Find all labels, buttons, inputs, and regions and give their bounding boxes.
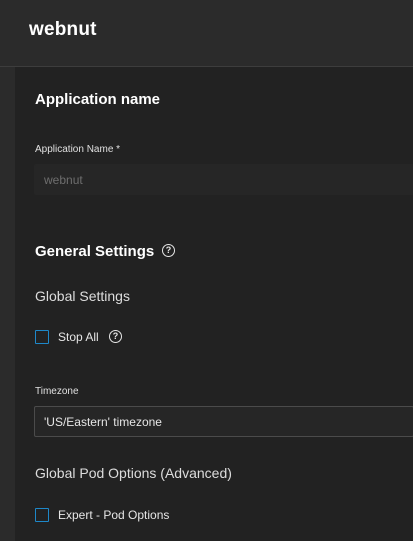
top-bar: webnut [0, 0, 413, 67]
section-title-general-settings: General Settings [35, 243, 155, 260]
app-title: webnut [29, 19, 97, 40]
timezone-label: Timezone [35, 386, 79, 397]
application-name-label: Application Name * [35, 144, 121, 155]
application-name-input[interactable]: webnut [34, 164, 413, 195]
global-pod-options-title: Global Pod Options (Advanced) [35, 465, 232, 481]
stop-all-label[interactable]: Stop All [58, 330, 99, 344]
help-circle-icon[interactable]: ? [109, 330, 122, 343]
expert-pod-options-checkbox[interactable] [35, 508, 49, 522]
timezone-select[interactable]: 'US/Eastern' timezone [34, 406, 413, 437]
expert-pod-options-label[interactable]: Expert - Pod Options [58, 508, 169, 522]
section-title-application-name: Application name [35, 91, 161, 108]
stop-all-checkbox[interactable] [35, 330, 49, 344]
help-circle-icon[interactable]: ? [162, 244, 175, 257]
global-settings-title: Global Settings [35, 288, 130, 304]
